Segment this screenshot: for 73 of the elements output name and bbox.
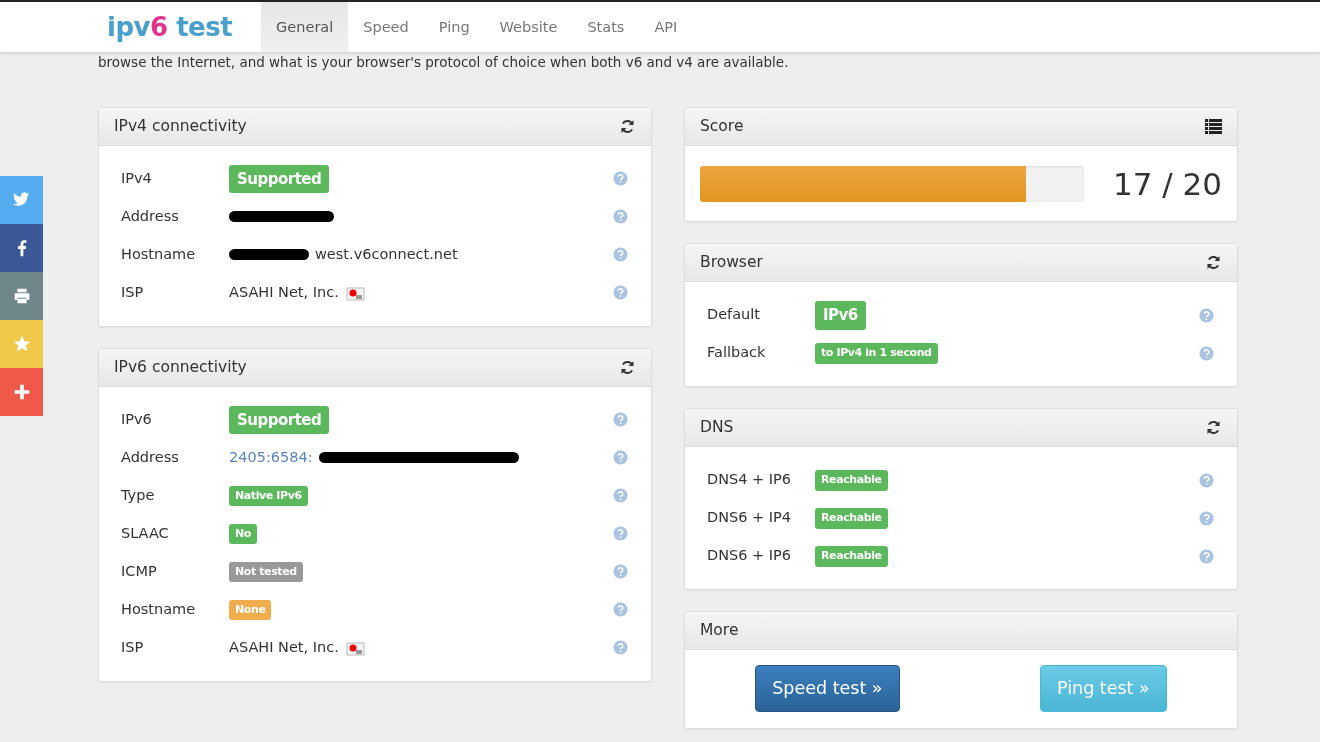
logo[interactable]: ipv6 test: [98, 2, 242, 50]
row-label: Address: [121, 447, 180, 467]
help-icon[interactable]: [1199, 472, 1214, 488]
status-badge: No: [229, 523, 257, 544]
help-icon[interactable]: [613, 640, 628, 656]
status-badge: Reachable: [815, 546, 888, 567]
share-button[interactable]: [0, 224, 43, 272]
help-icon[interactable]: [613, 412, 628, 428]
status-badge: Not tested: [229, 561, 303, 582]
help-icon[interactable]: [613, 209, 628, 225]
panel-title: IPv6 connectivity: [114, 356, 247, 378]
panel-title: Browser: [700, 252, 763, 274]
help-icon[interactable]: [613, 285, 628, 301]
panel-title: More: [700, 620, 739, 642]
value-text: ASAHI Net, Inc.: [229, 282, 339, 302]
status-badge: to IPv4 in 1 second: [815, 343, 938, 364]
panel-title: IPv4 connectivity: [114, 115, 247, 137]
row-label: Address: [121, 206, 180, 226]
share-button[interactable]: [0, 368, 43, 416]
row-label: Hostname: [121, 599, 197, 619]
help-icon[interactable]: [1199, 548, 1214, 564]
status-badge: Supported: [229, 164, 330, 193]
help-icon[interactable]: [613, 247, 628, 263]
nav-tab[interactable]: Stats: [572, 2, 640, 52]
refresh-icon[interactable]: [619, 358, 636, 376]
status-badge: IPv6: [815, 301, 866, 330]
row-label: Default: [707, 305, 761, 325]
help-icon[interactable]: [613, 564, 628, 580]
row-label: ISP: [121, 282, 145, 302]
row-label: ISP: [121, 637, 145, 657]
help-icon[interactable]: [1199, 510, 1214, 526]
row-label: Hostname: [121, 244, 197, 264]
nav-tab[interactable]: Ping: [423, 2, 485, 52]
flag-icon: [344, 639, 365, 656]
row-label: ICMP: [121, 561, 158, 581]
row-label: Type: [121, 485, 156, 505]
more-button[interactable]: Speed test »: [755, 665, 900, 712]
help-icon[interactable]: [613, 602, 628, 618]
row-label: DNS4 + IP6: [707, 470, 793, 490]
row-label: SLAAC: [121, 523, 170, 543]
nav-tab[interactable]: Speed: [348, 2, 424, 52]
row-label: DNS6 + IP4: [707, 508, 793, 528]
nav-tab[interactable]: General: [261, 2, 349, 52]
nav-tab[interactable]: Website: [484, 2, 573, 52]
address-link[interactable]: 2405:6584:: [229, 446, 313, 469]
status-badge: Reachable: [815, 508, 888, 529]
status-badge: Supported: [229, 405, 330, 434]
help-icon[interactable]: [613, 488, 628, 504]
refresh-icon[interactable]: [1205, 254, 1222, 272]
status-badge: Reachable: [815, 470, 888, 491]
nav-tab[interactable]: API: [639, 2, 693, 52]
help-icon[interactable]: [613, 171, 628, 187]
help-icon[interactable]: [1199, 307, 1214, 323]
status-badge: Native IPv6: [229, 485, 308, 506]
intro-text: browse the Internet, and what is your browser's protocol of choice when both v6 and v4 are available.: [98, 54, 789, 70]
value-text: west.v6connect.net: [315, 244, 458, 264]
help-icon[interactable]: [613, 526, 628, 542]
help-icon[interactable]: [1199, 345, 1214, 361]
share-button[interactable]: [0, 272, 43, 320]
list-icon[interactable]: [1205, 118, 1222, 134]
panel-title: Score: [700, 115, 744, 137]
panel-title: DNS: [700, 417, 734, 439]
refresh-icon[interactable]: [619, 117, 636, 135]
row-label: IPv6: [121, 409, 153, 429]
score-reading: 17 / 20: [1112, 164, 1222, 204]
row-label: Fallback: [707, 343, 767, 363]
value-text: ASAHI Net, Inc.: [229, 637, 339, 657]
help-icon[interactable]: [613, 450, 628, 466]
refresh-icon[interactable]: [1205, 419, 1222, 437]
row-label: IPv4: [121, 168, 153, 188]
row-label: DNS6 + IP6: [707, 546, 793, 566]
status-badge: None: [229, 599, 272, 620]
flag-icon: [344, 284, 365, 301]
